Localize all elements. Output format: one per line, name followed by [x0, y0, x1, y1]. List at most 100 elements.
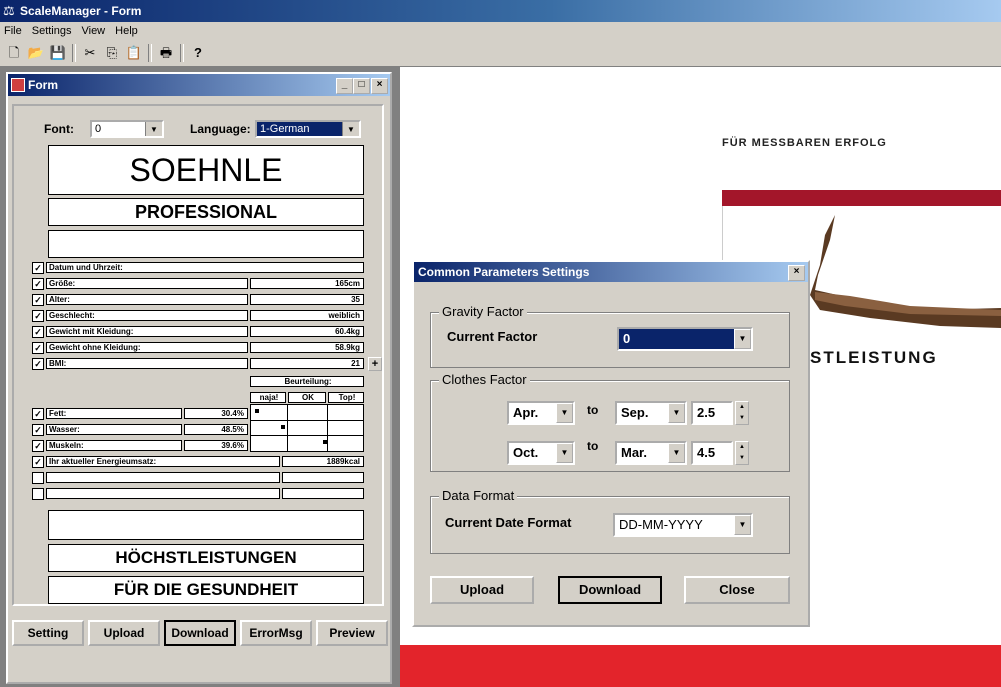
row-label[interactable]: Wasser:	[46, 424, 182, 435]
row-value[interactable]: weiblich	[250, 310, 364, 321]
open-icon[interactable]: 📂	[26, 43, 46, 63]
assessment-title: Beurteilung:	[250, 376, 364, 387]
dialog-close-icon[interactable]: ×	[788, 265, 805, 281]
row-checkbox[interactable]: ✓	[32, 440, 44, 452]
error-msg-button[interactable]: ErrorMsg	[240, 620, 312, 646]
row-checkbox[interactable]: ✓	[32, 408, 44, 420]
bmi-plus-button[interactable]: +	[368, 357, 382, 371]
footer-line-2[interactable]: HÖCHSTLEISTUNGEN	[48, 544, 364, 572]
date-format-value: DD-MM-YYYY	[619, 517, 703, 532]
save-icon[interactable]: 💾	[48, 43, 68, 63]
download-button[interactable]: Download	[164, 620, 236, 646]
row-checkbox[interactable]: ✓	[32, 294, 44, 306]
menu-help[interactable]: Help	[115, 25, 138, 37]
maximize-button[interactable]: □	[353, 78, 370, 94]
row-value[interactable]: 165cm	[250, 278, 364, 289]
footer-line-3[interactable]: FÜR DIE GESUNDHEIT	[48, 576, 364, 604]
print-icon[interactable]: 🖶	[156, 43, 176, 63]
row-value[interactable]: 21	[250, 358, 364, 369]
chevron-down-icon[interactable]: ▼	[734, 329, 751, 349]
clothes-from-select-2[interactable]: Oct. ▼	[507, 441, 575, 465]
footer-line-1[interactable]	[48, 510, 364, 540]
app-title-bar[interactable]: ScaleManager - Form	[0, 0, 1001, 22]
copy-icon[interactable]: ⎘	[102, 43, 122, 63]
row-value[interactable]: 1889kcal	[282, 456, 364, 467]
row-label[interactable]: Ihr aktueller Energieumsatz:	[46, 456, 280, 467]
header-line-2[interactable]: PROFESSIONAL	[48, 198, 364, 226]
row-label[interactable]: Datum und Uhrzeit:	[46, 262, 364, 273]
chevron-down-icon[interactable]: ▼	[734, 515, 751, 535]
row-checkbox[interactable]: ✓	[32, 358, 44, 370]
preview-button[interactable]: Preview	[316, 620, 388, 646]
row-value[interactable]: 35	[250, 294, 364, 305]
clothes-from-select-1[interactable]: Apr. ▼	[507, 401, 575, 425]
form-layout-panel: Font: 0 ▼ Language: 1-German ▼ SOEHNLE P…	[12, 104, 384, 606]
row-label[interactable]	[46, 488, 280, 499]
minimize-button[interactable]: _	[336, 78, 353, 94]
language-select[interactable]: 1-German ▼	[255, 120, 361, 138]
row-checkbox[interactable]: ✓	[32, 262, 44, 274]
upload-button[interactable]: Upload	[430, 576, 534, 604]
row-value[interactable]	[282, 472, 364, 483]
row-checkbox[interactable]: ✓	[32, 326, 44, 338]
language-select-value: 1-German	[260, 123, 310, 135]
gravity-factor-select[interactable]: 0 ▼	[617, 327, 753, 351]
row-checkbox[interactable]: ✓	[32, 278, 44, 290]
row-label[interactable]: Alter:	[46, 294, 248, 305]
spinner-arrows-icon[interactable]: ▲ ▼	[735, 441, 749, 465]
setting-button[interactable]: Setting	[12, 620, 84, 646]
row-checkbox[interactable]	[32, 488, 44, 500]
row-label[interactable]	[46, 472, 280, 483]
row-value[interactable]: 58.9kg	[250, 342, 364, 353]
row-value[interactable]: 39.6%	[184, 440, 248, 451]
row-value[interactable]: 60.4kg	[250, 326, 364, 337]
row-checkbox[interactable]: ✓	[32, 456, 44, 468]
data-format-group-label: Data Format	[439, 488, 518, 503]
menu-view[interactable]: View	[81, 25, 105, 37]
new-icon[interactable]: 🗋	[4, 43, 24, 63]
chevron-down-icon[interactable]: ▼	[668, 403, 685, 423]
close-button[interactable]: Close	[684, 576, 790, 604]
row-label[interactable]: Gewicht ohne Kleidung:	[46, 342, 248, 353]
row-checkbox[interactable]: ✓	[32, 310, 44, 322]
header-line-3[interactable]	[48, 230, 364, 258]
upload-button[interactable]: Upload	[88, 620, 160, 646]
clothes-factor-input-1[interactable]: 2.5	[691, 401, 733, 425]
row-label[interactable]: Gewicht mit Kleidung:	[46, 326, 248, 337]
menu-file[interactable]: File	[4, 25, 22, 37]
dialog-title-bar[interactable]: Common Parameters Settings ×	[414, 262, 808, 282]
row-label[interactable]: BMI:	[46, 358, 248, 369]
row-checkbox[interactable]: ✓	[32, 342, 44, 354]
row-value[interactable]: 48.5%	[184, 424, 248, 435]
chevron-down-icon[interactable]: ▼	[556, 403, 573, 423]
close-button[interactable]: ×	[371, 78, 388, 94]
row-checkbox[interactable]	[32, 472, 44, 484]
chevron-down-icon[interactable]: ▼	[145, 122, 162, 136]
cut-icon[interactable]: ✂	[80, 43, 100, 63]
chevron-down-icon[interactable]: ▼	[668, 443, 685, 463]
form-title-bar[interactable]: Form _ □ ×	[8, 74, 390, 96]
chevron-down-icon[interactable]: ▼	[556, 443, 573, 463]
row-checkbox[interactable]: ✓	[32, 424, 44, 436]
chevron-down-icon[interactable]: ▼	[342, 122, 359, 136]
row-value[interactable]	[282, 488, 364, 499]
menu-settings[interactable]: Settings	[32, 25, 72, 37]
spinner-arrows-icon[interactable]: ▲ ▼	[735, 401, 749, 425]
clothes-factor-input-2[interactable]: 4.5	[691, 441, 733, 465]
download-button[interactable]: Download	[558, 576, 662, 604]
help-icon[interactable]: ?	[188, 43, 208, 63]
background-caption: STLEISTUNG	[810, 348, 938, 367]
clothes-to-select-1[interactable]: Sep. ▼	[615, 401, 687, 425]
row-label[interactable]: Größe:	[46, 278, 248, 289]
row-label[interactable]: Geschlecht:	[46, 310, 248, 321]
date-format-select[interactable]: DD-MM-YYYY ▼	[613, 513, 753, 537]
header-line-1[interactable]: SOEHNLE	[48, 145, 364, 195]
row-label[interactable]: Muskeln:	[46, 440, 182, 451]
font-select[interactable]: 0 ▼	[90, 120, 164, 138]
menu-bar: File Settings View Help	[0, 22, 1001, 41]
language-label: Language:	[190, 122, 251, 136]
paste-icon[interactable]: 📋	[124, 43, 144, 63]
clothes-to-select-2[interactable]: Mar. ▼	[615, 441, 687, 465]
row-value[interactable]: 30.4%	[184, 408, 248, 419]
row-label[interactable]: Fett:	[46, 408, 182, 419]
